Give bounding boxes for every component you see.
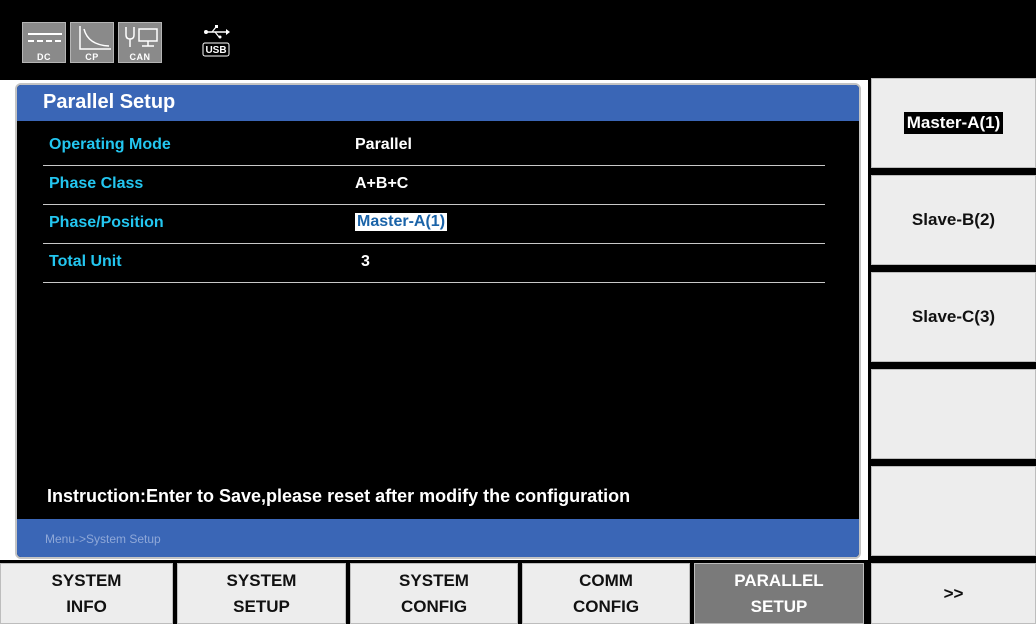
softkey-label: Slave-B(2) (911, 210, 996, 229)
tab-label-line1: SYSTEM (226, 570, 297, 590)
tab-label-line1: >> (943, 583, 964, 603)
setting-value: A+B+C (355, 175, 409, 192)
status-bar: DC CP CAN USB (0, 0, 1036, 80)
setting-value: Parallel (355, 136, 412, 153)
setting-label: Total Unit (49, 253, 122, 270)
tab-label-line2: SETUP (233, 596, 290, 616)
tab-label-line1: PARALLEL (734, 570, 824, 590)
tab-comm-config[interactable]: COMM CONFIG (522, 563, 690, 624)
setting-value: 3 (361, 253, 370, 270)
svg-text:USB: USB (205, 45, 226, 56)
tab-more-button[interactable]: >> (871, 563, 1036, 624)
instruction-text: Instruction:Enter to Save,please reset a… (47, 486, 631, 506)
tab-system-setup[interactable]: SYSTEM SETUP (177, 563, 346, 624)
softkey-label: Master-A(1) (903, 112, 1004, 134)
softkey-empty-4[interactable] (871, 369, 1036, 459)
setting-row-phase-position[interactable]: Phase/Position Master-A(1) (43, 206, 825, 244)
cp-mode-icon: CP (70, 22, 114, 63)
setting-row-phase-class[interactable]: Phase Class A+B+C (43, 167, 825, 205)
can-icon: CAN (118, 22, 162, 63)
tab-label-line1: SYSTEM (399, 570, 469, 590)
softkey-column: Master-A(1) Slave-B(2) Slave-C(3) (868, 78, 1036, 560)
tab-system-config[interactable]: SYSTEM CONFIG (350, 563, 518, 624)
tab-label-line2: CONFIG (400, 596, 468, 616)
softkey-empty-5[interactable] (871, 466, 1036, 556)
breadcrumb: Menu->System Setup (45, 532, 161, 546)
tab-label-line1: SYSTEM (51, 570, 122, 590)
setting-row-total-unit[interactable]: Total Unit 3 (43, 245, 825, 283)
bottom-tab-bar: SYSTEM INFO SYSTEM SETUP SYSTEM CONFIG C… (0, 560, 1036, 624)
tab-system-info[interactable]: SYSTEM INFO (0, 563, 173, 624)
setting-label: Phase Class (49, 175, 144, 192)
panel-title: Parallel Setup (17, 85, 859, 121)
selected-setting-value[interactable]: Master-A(1) (355, 213, 448, 231)
dc-mode-icon: DC (22, 22, 66, 63)
softkey-label: Slave-C(3) (911, 307, 996, 326)
usb-icon: USB (200, 22, 230, 63)
parallel-setup-panel: Parallel Setup Operating Mode Parallel P… (15, 83, 861, 559)
tab-label-line1: COMM (579, 570, 633, 590)
tab-label-line2: INFO (66, 596, 107, 616)
tab-label-line2: CONFIG (572, 596, 640, 616)
breadcrumb-bar: Menu->System Setup (17, 519, 859, 557)
tab-parallel-setup[interactable]: PARALLEL SETUP (694, 563, 864, 624)
softkey-slave-b2[interactable]: Slave-B(2) (871, 175, 1036, 265)
softkey-slave-c3[interactable]: Slave-C(3) (871, 272, 1036, 362)
softkey-master-a1[interactable]: Master-A(1) (871, 78, 1036, 168)
setting-row-operating-mode[interactable]: Operating Mode Parallel (43, 128, 825, 166)
tab-label-line2: SETUP (750, 596, 808, 616)
setting-label: Phase/Position (49, 214, 164, 231)
setting-label: Operating Mode (49, 136, 171, 153)
